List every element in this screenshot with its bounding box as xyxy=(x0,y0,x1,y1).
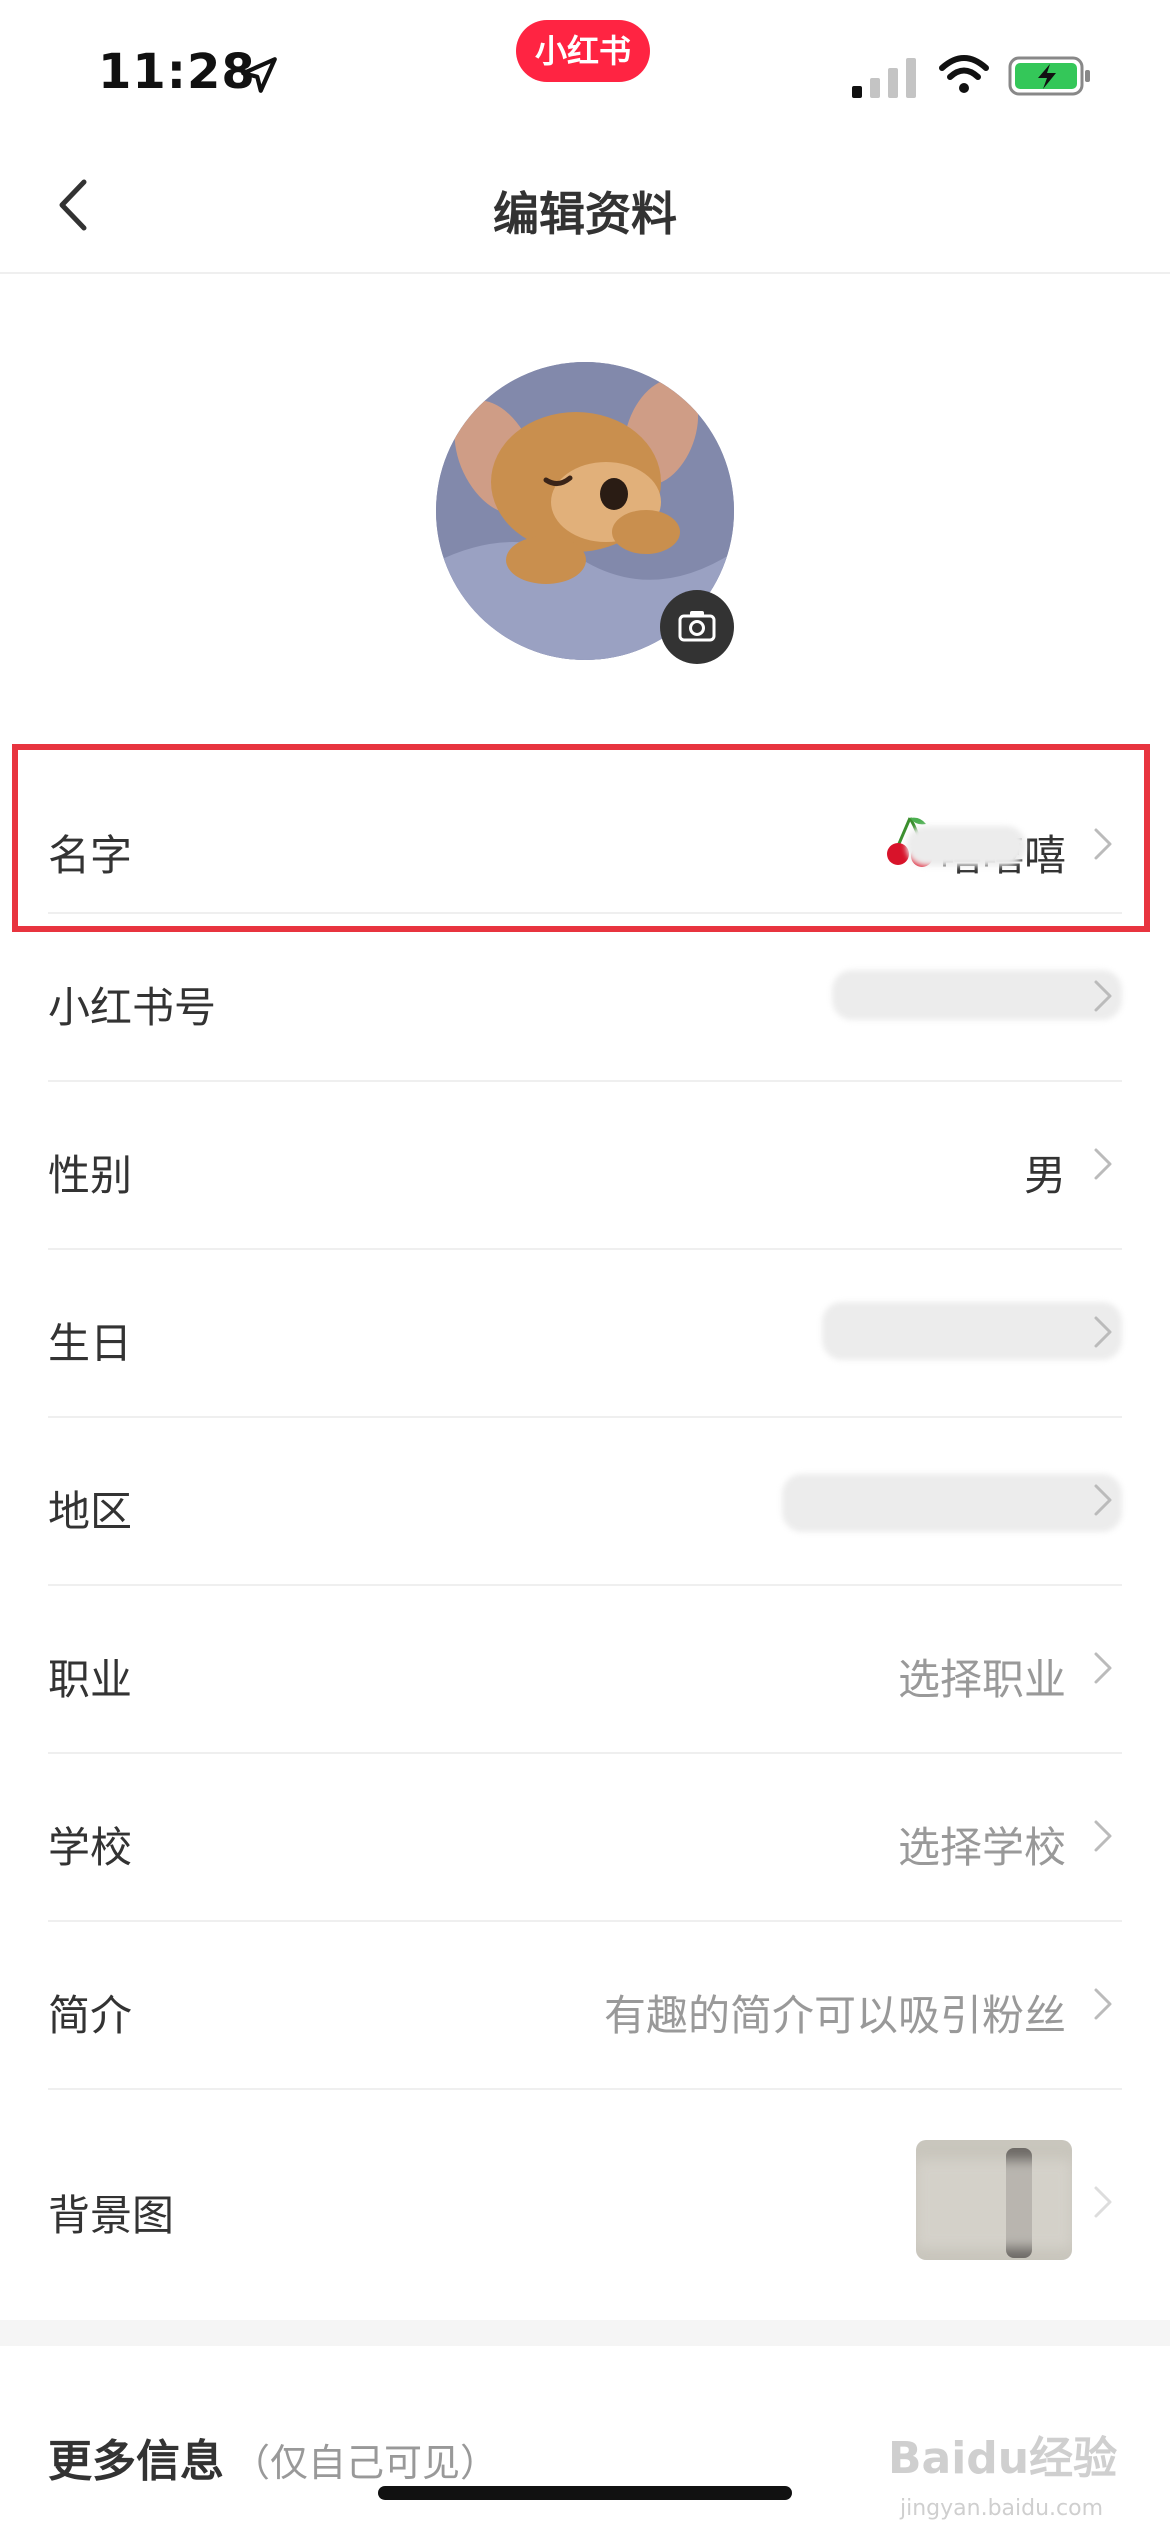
more-info-subtitle: （仅自己可见） xyxy=(232,2441,499,2485)
camera-icon xyxy=(678,611,716,642)
row-birthday[interactable]: 生日 xyxy=(48,1250,1122,1418)
row-label-region: 地区 xyxy=(48,1487,133,1536)
home-indicator xyxy=(378,2486,792,2500)
nav-bar: 编辑资料 xyxy=(0,140,1170,274)
chevron-right-icon xyxy=(1094,1148,1112,1180)
row-value-gender: 男 xyxy=(1023,1151,1066,1200)
chevron-right-icon xyxy=(1094,1820,1112,1852)
wifi-icon xyxy=(939,55,989,93)
row-red-id[interactable]: 小红书号 xyxy=(48,914,1122,1082)
row-value-school: 选择学校 xyxy=(897,1823,1066,1872)
row-label-birthday: 生日 xyxy=(48,1319,133,1368)
battery-charging-icon xyxy=(1008,56,1090,96)
row-name[interactable]: 名字 嘻嘻嘻 xyxy=(48,776,1122,914)
privacy-mask xyxy=(832,970,1122,1020)
row-label-background: 背景图 xyxy=(48,2191,175,2240)
row-label-bio: 简介 xyxy=(48,1991,133,2040)
chevron-right-icon xyxy=(1094,1988,1112,2020)
row-value-bio: 有趣的简介可以吸引粉丝 xyxy=(603,1991,1066,2040)
row-label-red-id: 小红书号 xyxy=(48,983,217,1032)
signal-icon xyxy=(852,58,916,98)
row-label-occupation: 职业 xyxy=(48,1655,133,1704)
row-background[interactable]: 背景图 xyxy=(48,2090,1122,2320)
privacy-mask xyxy=(822,1302,1122,1360)
chevron-right-icon xyxy=(1094,980,1112,1012)
page-title: 编辑资料 xyxy=(493,187,677,241)
watermark-url: jingyan.baidu.com xyxy=(900,2496,1104,2521)
privacy-mask xyxy=(906,826,1026,866)
row-label-name: 名字 xyxy=(48,831,133,880)
more-info-title: 更多信息 xyxy=(48,2436,224,2487)
location-arrow-icon xyxy=(241,57,277,93)
background-thumbnail xyxy=(916,2140,1072,2260)
row-label-school: 学校 xyxy=(48,1823,133,1872)
chevron-right-icon xyxy=(1094,2186,1112,2218)
row-occupation[interactable]: 职业 选择职业 xyxy=(48,1586,1122,1754)
section-divider xyxy=(0,2320,1170,2346)
row-bio[interactable]: 简介 有趣的简介可以吸引粉丝 xyxy=(48,1922,1122,2090)
row-label-gender: 性别 xyxy=(48,1151,133,1200)
chevron-right-icon xyxy=(1094,828,1112,860)
chevron-right-icon xyxy=(1094,1484,1112,1516)
chevron-right-icon xyxy=(1094,1652,1112,1684)
app-badge: 小红书 xyxy=(516,20,650,82)
row-gender[interactable]: 性别 男 xyxy=(48,1082,1122,1250)
privacy-mask xyxy=(782,1474,1122,1532)
status-time: 11:28 xyxy=(98,44,256,100)
row-school[interactable]: 学校 选择学校 xyxy=(48,1754,1122,1922)
change-avatar-button[interactable] xyxy=(660,590,734,664)
more-info-heading: 更多信息 （仅自己可见） xyxy=(48,2425,498,2489)
chevron-right-icon xyxy=(1094,1316,1112,1348)
row-value-occupation: 选择职业 xyxy=(897,1655,1066,1704)
row-region[interactable]: 地区 xyxy=(48,1418,1122,1586)
status-bar: 11:28 小红书 xyxy=(0,0,1170,140)
